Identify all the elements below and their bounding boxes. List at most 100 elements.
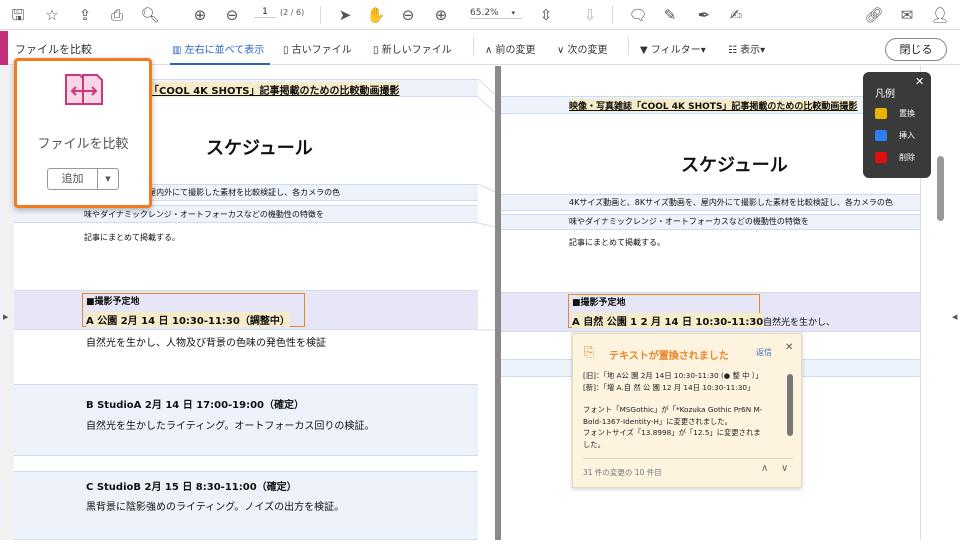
- replace-color-swatch: [875, 108, 887, 119]
- size-change-line-1: フォントサイズ「13.8998」が「12.5」に変更されま: [583, 428, 761, 437]
- legend-replace: 置換: [899, 109, 915, 118]
- next-change-button[interactable]: ∨ 次の変更: [557, 41, 608, 56]
- text-replaced-icon: ⎘: [584, 345, 595, 360]
- compare-files-icon: [65, 74, 103, 105]
- change-counter: 31 件の変更の 10 件目: [583, 468, 662, 477]
- view-button[interactable]: ☷ 表示▾: [728, 41, 765, 56]
- location-b-description: 自然光を生かしたライティング。オートフォーカス回りの検証。: [86, 421, 375, 432]
- link-icon[interactable]: 🔗︎: [864, 5, 884, 25]
- location-b: B StudioA 2月 14 日 17:00-19:00（確定）: [86, 400, 305, 411]
- new-file-label: 新しいファイル: [381, 45, 452, 56]
- location-a: A 自然 公園 1 2 月 14 日 10:30-11:30: [572, 313, 764, 328]
- change-details-popup: ⎘ テキストが置換されました 返信 ✕ [旧]：「地 A公 園 2月 14日 1…: [572, 333, 802, 488]
- doc-paragraph-2: 味やダイナミックレンジ・オートフォーカスなどの機動性の特徴を: [569, 217, 809, 226]
- filter-button[interactable]: ▼ フィルター▾: [640, 41, 706, 56]
- old-file-button[interactable]: ▯ 古いファイル: [283, 41, 352, 56]
- side-by-side-button[interactable]: ▥ 左右に並べて表示: [172, 41, 264, 56]
- page-up-icon[interactable]: ⊕: [190, 5, 210, 25]
- location-a-description: 自然光を生かし、人物及び背景の色味の発色性を検証: [86, 338, 326, 349]
- compare-files-panel: ファイルを比較 追加 ▼: [14, 58, 152, 208]
- highlight-pen-icon[interactable]: ✎: [660, 5, 680, 25]
- old-text: [旧]：「地 A公 園 2月 14日 10:30-11:30 (● 整 中 ）」: [583, 371, 763, 380]
- document-icon: ▯: [373, 45, 382, 56]
- next-change-label: 次の変更: [567, 45, 608, 56]
- reply-link[interactable]: 返信: [756, 347, 772, 358]
- close-legend-icon[interactable]: ✕: [915, 75, 924, 88]
- popup-scrollbar[interactable]: [787, 374, 793, 436]
- popup-divider: [583, 458, 793, 459]
- zoom-level-select[interactable]: 65.2% ▾: [470, 8, 522, 19]
- sign-icon[interactable]: ✒: [694, 5, 714, 25]
- page-total: (2 / 6): [280, 8, 305, 17]
- legend-insert: 挿入: [899, 131, 915, 140]
- zoom-out-icon[interactable]: ⊖: [398, 5, 418, 25]
- active-tab-underline: [170, 63, 270, 65]
- side-by-side-icon: ▥: [172, 45, 185, 56]
- scroll-mode-icon: ⇩: [583, 6, 597, 24]
- location-c-description: 黒背景に陰影強めのライティング。ノイズの出方を検証。: [86, 502, 345, 513]
- new-text: [新]：「増 A.自 然 公 園 12 月 14日 10:30-11:30」: [583, 382, 755, 392]
- filter-label: フィルター: [650, 45, 701, 56]
- location-a-description: 自然光を生かし、: [763, 318, 836, 328]
- cloud-upload-icon[interactable]: ⇪: [75, 5, 95, 25]
- add-user-icon[interactable]: 👤︎: [930, 5, 950, 25]
- doc-title: スケジュール: [681, 155, 788, 176]
- prev-change-button[interactable]: ∧ 前の変更: [485, 41, 536, 56]
- compare-title: ファイルを比較: [15, 43, 92, 56]
- popup-title: テキストが置換されました: [609, 351, 729, 362]
- page-down-icon[interactable]: ⊖: [222, 5, 242, 25]
- edit-document-icon[interactable]: ✍: [726, 5, 746, 25]
- popup-body: [旧]：「地 A公 園 2月 14日 10:30-11:30 (● 整 中 ）」…: [583, 370, 783, 452]
- doc-title: スケジュール: [206, 138, 313, 159]
- comment-icon[interactable]: 🗨: [628, 5, 648, 25]
- doc-heading: 「COOL 4K SHOTS」記事掲載のための比較動画撮影: [149, 82, 400, 97]
- main-toolbar: 🖫 ☆ ⇪ ⎙ 🔍︎ ⊕ ⊖ 1 (2 / 6) ➤ ✋ ⊖ ⊕ 65.2% ▾…: [0, 0, 960, 30]
- print-icon[interactable]: ⎙: [107, 5, 127, 25]
- save-icon[interactable]: 🖫: [8, 5, 28, 25]
- select-cursor-icon[interactable]: ➤: [335, 5, 355, 25]
- location-header: ■撮影予定地: [572, 298, 626, 308]
- side-by-side-label: 左右に並べて表示: [184, 45, 265, 56]
- location-a: A 公園 2月 14 日 10:30-11:30（調整中）: [86, 312, 290, 327]
- size-change-line-2: した。: [583, 439, 605, 449]
- fit-page-icon[interactable]: ⇳: [536, 5, 556, 25]
- close-popup-icon[interactable]: ✕: [785, 342, 793, 353]
- close-compare-button[interactable]: 閉じる: [885, 38, 947, 61]
- hand-tool-icon[interactable]: ✋: [366, 5, 386, 25]
- previous-change-chevron-icon[interactable]: ∧: [761, 463, 768, 474]
- next-change-chevron-icon[interactable]: ∨: [781, 463, 788, 474]
- doc-paragraph-1: 4Kサイズ動画と、8Kサイズ動画を、屋内外にて撮影した素材を比較検証し、各カメラ…: [569, 198, 893, 207]
- old-file-label: 古いファイル: [291, 45, 352, 56]
- star-icon[interactable]: ☆: [42, 5, 62, 25]
- mail-icon[interactable]: ✉: [897, 5, 917, 25]
- compare-panel-title: ファイルを比較: [37, 137, 129, 152]
- legend-delete: 削除: [899, 153, 915, 162]
- insert-pin-icon: [875, 130, 887, 141]
- location-c: C StudioB 2月 15 日 8:30-11:00（確定）: [86, 482, 297, 493]
- expand-left-panel-icon[interactable]: ▶: [3, 313, 8, 321]
- compare-tool-stripe: [0, 31, 8, 65]
- zoom-value: 65.2%: [470, 8, 499, 18]
- list-icon: ☷: [728, 45, 741, 56]
- prev-change-label: 前の変更: [495, 45, 536, 56]
- chevron-up-icon: ∧: [485, 45, 496, 56]
- doc-paragraph-3: 記事にまとめて掲載する。: [569, 238, 665, 247]
- new-file-button[interactable]: ▯ 新しいファイル: [373, 41, 452, 56]
- legend-title: 凡例: [875, 89, 895, 100]
- dropdown-chevron-icon[interactable]: ▼: [98, 169, 118, 189]
- filter-icon: ▼: [640, 45, 651, 56]
- legend-panel: ✕ 凡例 置換 挿入 削除: [863, 72, 931, 178]
- zoom-search-icon[interactable]: 🔍︎: [140, 5, 160, 25]
- doc-paragraph-3: 記事にまとめて掲載する。: [84, 233, 180, 242]
- left-panel-collapsed: ▶: [0, 66, 14, 540]
- expand-right-panel-icon[interactable]: ◀: [952, 313, 957, 321]
- chevron-down-icon: ∨: [557, 45, 568, 56]
- add-file-button[interactable]: 追加 ▼: [47, 168, 119, 190]
- zoom-in-icon[interactable]: ⊕: [431, 5, 451, 25]
- view-label: 表示: [740, 45, 761, 56]
- scrollbar-thumb[interactable]: [937, 156, 944, 221]
- font-change-line-1: フォント「MSGothic」が「*Kozuka Gothic Pr6N M-: [583, 405, 763, 414]
- page-number-input[interactable]: 1: [254, 7, 276, 18]
- document-icon: ▯: [283, 45, 292, 56]
- location-header: ■撮影予定地: [86, 297, 140, 307]
